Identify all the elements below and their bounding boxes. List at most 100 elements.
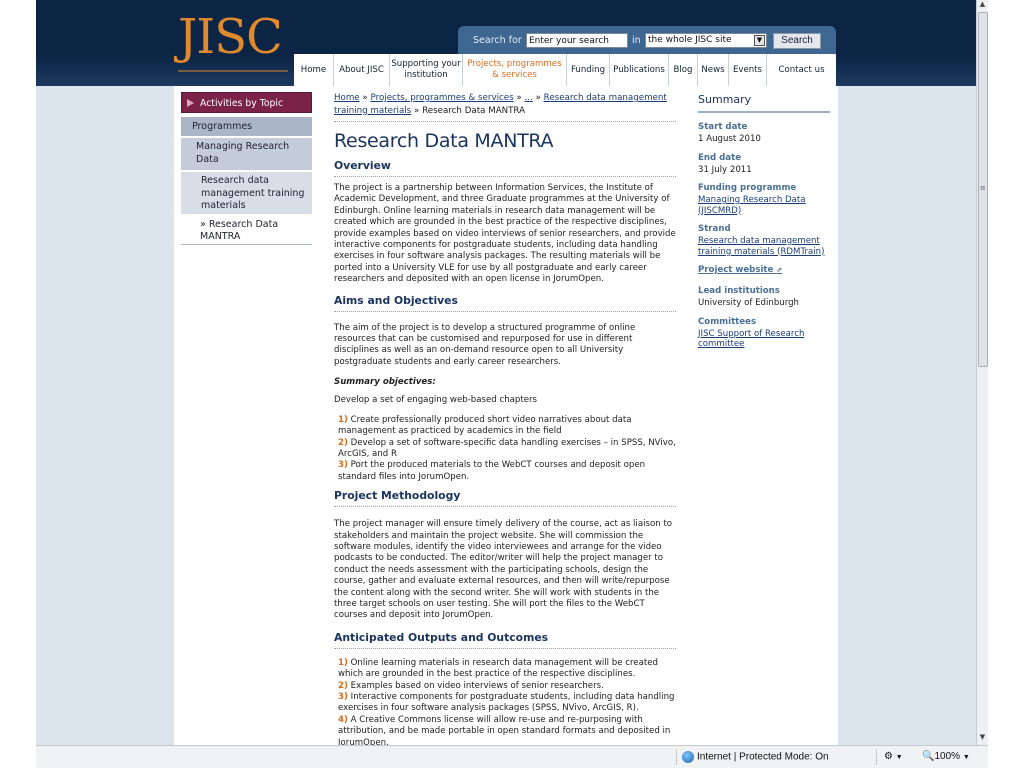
page-viewport: JISC Search for in the whole JISC site ▼… (36, 0, 976, 745)
list-item: 4) A Creative Commons license will allow… (338, 715, 676, 745)
sidebar-activities-by-topic[interactable]: Activities by Topic (181, 92, 312, 113)
sidebar-item-managing-research-data[interactable]: Managing Research Data (181, 138, 312, 170)
list-text: A Creative Commons license will allow re… (338, 714, 671, 745)
list-text: Develop a set of software-specific data … (338, 437, 676, 459)
list-number: 2) (338, 437, 348, 448)
list-item: 1) Create professionally produced short … (338, 415, 676, 438)
lead-institutions-value: University of Edinburgh (698, 298, 800, 308)
list-number: 2) (338, 680, 348, 691)
status-divider (676, 749, 677, 765)
funding-programme-label: Funding programme (698, 183, 797, 193)
summary-objectives-intro: Develop a set of engaging web-based chap… (334, 395, 538, 406)
list-item: 1) Online learning materials in research… (338, 658, 676, 681)
committees-link[interactable]: JISC Support of Research committee (698, 329, 830, 350)
breadcrumb-projects[interactable]: Projects, programmes & services (371, 93, 514, 103)
list-item: 2) Develop a set of software-specific da… (338, 438, 676, 461)
list-text: Examples based on video interviews of se… (350, 680, 604, 691)
search-input[interactable] (526, 33, 628, 48)
scroll-down-icon[interactable]: ▼ (977, 733, 988, 744)
nav-contact[interactable]: Contact us (767, 54, 836, 86)
breadcrumb-ellipsis[interactable]: ... (525, 93, 533, 103)
sidebar-topic-label: Activities by Topic (200, 98, 284, 109)
nav-funding[interactable]: Funding (567, 54, 610, 86)
scroll-grip-icon: ≡ (980, 184, 986, 192)
list-number: 1) (338, 657, 348, 668)
list-text: Create professionally produced short vid… (338, 414, 632, 437)
nav-publications[interactable]: Publications (610, 54, 669, 86)
breadcrumb-current: Research Data MANTRA (422, 105, 526, 116)
strand-label: Strand (698, 224, 731, 234)
main-content: Home » Projects, programmes & services »… (334, 92, 676, 745)
search-scope-select[interactable]: the whole JISC site ▼ (645, 33, 767, 48)
chevron-down-icon: ▼ (962, 754, 970, 761)
objectives-list: 1) Create professionally produced short … (334, 415, 676, 483)
sidebar-item-training-materials[interactable]: Research data management training materi… (181, 172, 312, 214)
nav-news[interactable]: News (698, 54, 729, 86)
list-text: Online learning materials in research da… (338, 657, 658, 680)
list-number: 1) (338, 414, 348, 425)
globe-icon (682, 751, 694, 763)
external-link-icon: ⇗ (776, 266, 783, 274)
methodology-text: The project manager will ensure timely d… (334, 519, 673, 621)
scroll-up-icon[interactable]: ▲ (977, 0, 988, 11)
status-divider (876, 749, 877, 765)
nav-blog[interactable]: Blog (669, 54, 698, 86)
overview-heading: Overview (334, 159, 676, 177)
page-title: Research Data MANTRA (334, 130, 554, 152)
list-item: 3) Port the produced materials to the We… (338, 460, 676, 483)
zoom-icon: 🔍 (922, 751, 935, 762)
project-website-link[interactable]: Project website ⇗ (698, 265, 830, 275)
left-sidebar: Activities by Topic Programmes Managing … (181, 92, 312, 245)
list-number: 4) (338, 714, 348, 725)
zoom-level: 100% (934, 751, 961, 762)
site-header: JISC Search for in the whole JISC site ▼… (36, 0, 976, 86)
breadcrumb-sep: » (362, 93, 368, 103)
funding-programme-link[interactable]: Managing Research Data (JISCMRD) (698, 195, 830, 216)
breadcrumb-home[interactable]: Home (334, 93, 360, 103)
chevron-down-icon: ▼ (895, 754, 903, 761)
breadcrumb: Home » Projects, programmes & services »… (334, 92, 676, 122)
search-bar: Search for in the whole JISC site ▼ Sear… (458, 26, 836, 54)
summary-panel: Summary Start date 1 August 2010 End dat… (698, 92, 830, 350)
browser-status-bar: Internet | Protected Mode: On ⚙ ▼ 🔍100% … (36, 745, 988, 768)
nav-projects[interactable]: Projects, programmes & services (463, 54, 567, 86)
summary-objectives-heading: Summary objectives: (334, 377, 436, 388)
start-date-value: 1 August 2010 (698, 134, 761, 144)
aims-heading: Aims and Objectives (334, 294, 676, 312)
project-website-label: Project website (698, 265, 774, 275)
sidebar-item-prefix: » (200, 219, 206, 230)
list-text: Port the produced materials to the WebCT… (338, 460, 646, 482)
list-text: Interactive components for postgraduate … (338, 692, 675, 714)
start-date-label: Start date (698, 122, 748, 132)
security-zone-label: Internet | Protected Mode: On (697, 751, 829, 763)
list-number: 3) (338, 692, 348, 702)
sidebar-item-mantra[interactable]: » Research Data MANTRA (181, 216, 312, 245)
nav-events[interactable]: Events (729, 54, 767, 86)
nav-about[interactable]: About JISC (334, 54, 390, 86)
nav-home[interactable]: Home (294, 54, 334, 86)
sidebar-item-programmes[interactable]: Programmes (181, 117, 312, 136)
aims-text: The aim of the project is to develop a s… (334, 322, 636, 367)
summary-title: Summary (698, 93, 830, 113)
strand-link[interactable]: Research data management training materi… (698, 236, 830, 257)
status-tools[interactable]: ⚙ ▼ (884, 751, 903, 762)
jisc-logo[interactable]: JISC (178, 13, 283, 61)
zoom-control[interactable]: 🔍100% ▼ (922, 751, 970, 762)
search-button[interactable]: Search (773, 33, 821, 49)
lead-institutions-label: Lead institutions (698, 286, 780, 296)
breadcrumb-sep: » (413, 105, 420, 116)
chevron-down-icon[interactable]: ▼ (754, 35, 765, 46)
outputs-list: 1) Online learning materials in research… (334, 658, 676, 745)
search-scope-value: the whole JISC site (648, 35, 732, 45)
list-item: 3) Interactive components for postgradua… (338, 692, 676, 715)
list-item: 2) Examples based on video interviews of… (338, 681, 676, 692)
list-number: 3) (338, 460, 348, 471)
security-zone[interactable]: Internet | Protected Mode: On (682, 751, 829, 763)
committees-label: Committees (698, 316, 757, 327)
search-for-label: Search for (473, 35, 522, 46)
end-date-value: 31 July 2011 (698, 164, 752, 175)
tools-icon: ⚙ (884, 751, 893, 762)
nav-supporting[interactable]: Supporting your institution (390, 54, 463, 86)
sidebar-item-mantra-label: Research Data MANTRA (200, 219, 279, 242)
vertical-scrollbar[interactable]: ▲ ≡ ▼ (976, 0, 988, 745)
